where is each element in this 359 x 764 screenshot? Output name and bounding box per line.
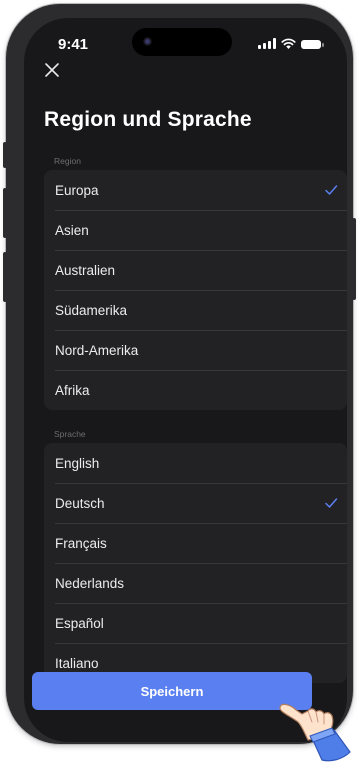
region-item-label: Südamerika bbox=[55, 302, 128, 318]
status-time: 9:41 bbox=[58, 36, 89, 53]
status-icons bbox=[258, 38, 324, 49]
language-item-francais[interactable]: Français bbox=[44, 523, 347, 563]
language-item-deutsch[interactable]: Deutsch bbox=[44, 483, 347, 523]
battery-icon bbox=[301, 40, 324, 49]
language-item-label: Deutsch bbox=[55, 495, 105, 511]
close-icon[interactable] bbox=[42, 60, 62, 80]
language-item-nederlands[interactable]: Nederlands bbox=[44, 563, 347, 603]
language-item-label: Español bbox=[55, 615, 104, 631]
language-item-label: English bbox=[55, 455, 100, 471]
language-item-label: Italiano bbox=[55, 655, 99, 671]
wifi-icon bbox=[281, 38, 296, 49]
page-title: Region und Sprache bbox=[44, 108, 252, 131]
region-item-europa[interactable]: Europa bbox=[44, 170, 347, 210]
check-icon bbox=[325, 185, 338, 195]
region-item-label: Australien bbox=[55, 262, 116, 278]
language-item-espanol[interactable]: Español bbox=[44, 603, 347, 643]
language-item-label: Français bbox=[55, 535, 107, 551]
screen: 9:41 Region und Sprache Region Europa As bbox=[24, 18, 347, 742]
region-section-label: Region bbox=[54, 156, 81, 166]
phone-frame: 9:41 Region und Sprache Region Europa As bbox=[6, 4, 353, 744]
region-item-label: Europa bbox=[55, 182, 99, 198]
region-item-label: Nord-Amerika bbox=[55, 342, 139, 358]
pointing-hand-icon bbox=[279, 703, 351, 762]
region-item-nord-amerika[interactable]: Nord-Amerika bbox=[44, 330, 347, 370]
region-item-label: Afrika bbox=[55, 382, 90, 398]
region-item-australien[interactable]: Australien bbox=[44, 250, 347, 290]
dynamic-island bbox=[132, 28, 232, 56]
save-button[interactable]: Speichern bbox=[32, 672, 312, 710]
action-button bbox=[3, 142, 7, 168]
volume-up-button bbox=[3, 188, 7, 238]
signal-icon bbox=[258, 38, 276, 49]
language-list: English Deutsch Français Nederlands Espa… bbox=[44, 443, 347, 683]
volume-down-button bbox=[3, 252, 7, 302]
region-item-afrika[interactable]: Afrika bbox=[44, 370, 347, 410]
region-item-label: Asien bbox=[55, 222, 89, 238]
region-item-suedamerika[interactable]: Südamerika bbox=[44, 290, 347, 330]
check-icon bbox=[325, 498, 338, 508]
region-list: Europa Asien Australien Südamerika Nord-… bbox=[44, 170, 347, 410]
language-item-label: Nederlands bbox=[55, 575, 125, 591]
power-button bbox=[352, 218, 356, 300]
language-section-label: Sprache bbox=[54, 429, 86, 439]
language-item-english[interactable]: English bbox=[44, 443, 347, 483]
region-item-asien[interactable]: Asien bbox=[44, 210, 347, 250]
camera-icon bbox=[143, 37, 152, 46]
